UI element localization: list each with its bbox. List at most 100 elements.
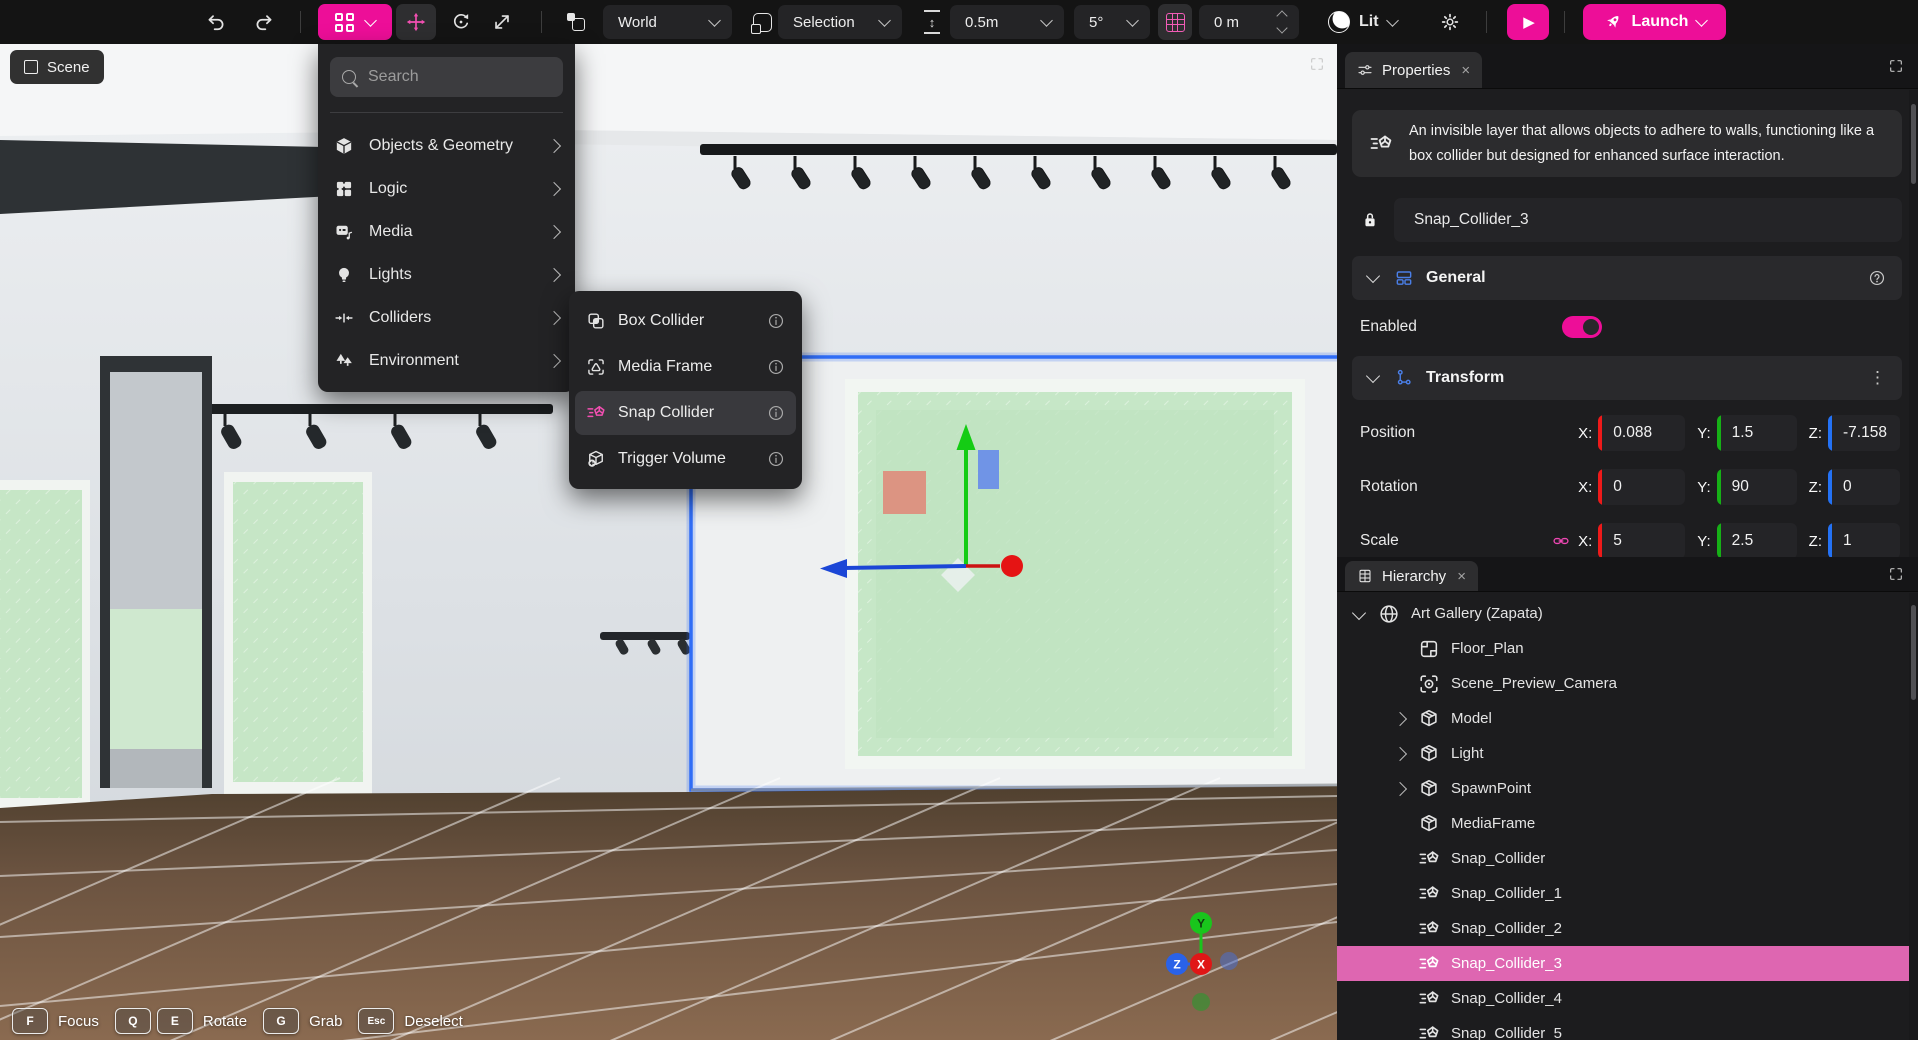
rotation-z-field[interactable]: 0 (1828, 469, 1900, 505)
tree-row[interactable]: Floor_Plan (1337, 631, 1918, 666)
close-icon[interactable]: × (1461, 62, 1470, 79)
object-name-field[interactable] (1394, 198, 1902, 242)
link-scale-icon[interactable] (1552, 532, 1570, 550)
render-mode-dropdown[interactable]: Lit (1328, 5, 1397, 39)
transform-section-header[interactable]: Transform ⋮ (1352, 356, 1902, 400)
box-collider-icon (586, 311, 606, 331)
expand-icon[interactable] (1888, 58, 1904, 74)
tab-hierarchy[interactable]: Hierarchy × (1345, 561, 1478, 591)
menu-item-objects-geometry[interactable]: Objects & Geometry (318, 124, 575, 167)
position-y-field[interactable]: 1.5 (1717, 415, 1797, 451)
submenu-item-box-collider[interactable]: Box Collider (575, 299, 796, 343)
height-stepper[interactable]: 0 m (1199, 5, 1299, 39)
scale-row: Scale X: 5 Y: 2.5 Z: 1 (1352, 522, 1902, 557)
submenu-item-snap-collider[interactable]: Snap Collider (575, 391, 796, 435)
chevron-right-icon[interactable] (1393, 782, 1407, 796)
puzzle-icon (334, 179, 354, 199)
tree-row-selected[interactable]: Snap_Collider_3 (1337, 946, 1918, 981)
general-section-header[interactable]: General (1352, 256, 1902, 300)
scale-tool-button[interactable] (484, 4, 520, 40)
search-field[interactable] (330, 57, 563, 97)
chevron-right-icon[interactable] (1393, 712, 1407, 726)
play-button[interactable]: ▶ (1507, 4, 1549, 40)
tree-row-root[interactable]: Art Gallery (Zapata) (1337, 596, 1918, 631)
pivot-mode-dropdown[interactable]: Selection (778, 5, 902, 39)
menu-item-logic[interactable]: Logic (318, 167, 575, 210)
launch-button[interactable]: Launch (1583, 4, 1726, 40)
expand-icon[interactable] (1309, 56, 1325, 72)
tree-row[interactable]: Scene_Preview_Camera (1337, 666, 1918, 701)
scene-tab[interactable]: Scene (10, 50, 104, 84)
info-icon[interactable] (767, 358, 785, 376)
height-snap-button[interactable]: ↕ (914, 4, 950, 40)
scale-z-field[interactable]: 1 (1828, 523, 1900, 557)
tree-row[interactable]: Snap_Collider_4 (1337, 981, 1918, 1016)
floorplan-icon (1418, 638, 1440, 660)
position-x-field[interactable]: 0.088 (1598, 415, 1685, 451)
chevron-down-icon[interactable] (1366, 269, 1380, 283)
package-icon (1418, 743, 1440, 765)
close-icon[interactable]: × (1457, 568, 1466, 585)
axis-x-label[interactable]: X (1197, 958, 1205, 972)
rotate-snap-label: 5° (1089, 14, 1103, 31)
rotation-x-field[interactable]: 0 (1598, 469, 1685, 505)
tree-row[interactable]: Model (1337, 701, 1918, 736)
position-z-field[interactable]: -7.158 (1828, 415, 1900, 451)
move-tool-button[interactable] (396, 4, 436, 40)
tree-row[interactable]: MediaFrame (1337, 806, 1918, 841)
rotation-y-field[interactable]: 90 (1717, 469, 1797, 505)
tree-row[interactable]: Snap_Collider_1 (1337, 876, 1918, 911)
trigger-volume-icon (586, 449, 606, 469)
info-icon[interactable] (767, 312, 785, 330)
chevron-down-icon[interactable] (1352, 606, 1366, 620)
lock-icon[interactable] (1360, 210, 1380, 230)
tree-row[interactable]: Snap_Collider (1337, 841, 1918, 876)
snap-collider-icon (1418, 848, 1440, 870)
chevron-right-icon (547, 310, 561, 324)
axis-z-label[interactable]: Z (1173, 958, 1180, 972)
search-input[interactable] (366, 67, 551, 87)
scrollbar[interactable] (1909, 90, 1918, 557)
menu-item-media[interactable]: Media (318, 210, 575, 253)
tab-properties[interactable]: Properties × (1345, 52, 1482, 88)
grid-toggle-button[interactable] (1158, 4, 1192, 40)
scale-y-field[interactable]: 2.5 (1717, 523, 1797, 557)
tree-row[interactable]: Snap_Collider_5 (1337, 1016, 1918, 1040)
scale-x-field[interactable]: 5 (1598, 523, 1685, 557)
redo-button[interactable] (248, 4, 280, 40)
rotate-snap-dropdown[interactable]: 5° (1074, 5, 1150, 39)
submenu-item-media-frame[interactable]: Media Frame (575, 345, 796, 389)
stepper-arrows[interactable] (1278, 12, 1286, 32)
pivot-mode-label: Selection (793, 14, 855, 31)
viewport-3d-scene[interactable]: Y Z X (0, 44, 1337, 1040)
info-icon[interactable] (767, 450, 785, 468)
add-object-button[interactable] (318, 4, 392, 40)
enabled-toggle[interactable] (1562, 316, 1602, 338)
menu-item-lights[interactable]: Lights (318, 253, 575, 296)
colliders-submenu: Box Collider Media Frame Snap Collider T… (569, 291, 802, 489)
kebab-menu-icon[interactable]: ⋮ (1869, 368, 1886, 388)
submenu-item-trigger-volume[interactable]: Trigger Volume (575, 437, 796, 481)
3d-viewport[interactable]: Y Z X Scene F Focus Q E Rotate G Grab Es… (0, 44, 1337, 1040)
chevron-down-icon[interactable] (1366, 369, 1380, 383)
axis-y-label[interactable]: Y (1197, 917, 1205, 931)
settings-button[interactable] (1432, 4, 1468, 40)
tree-row[interactable]: SpawnPoint (1337, 771, 1918, 806)
info-icon[interactable] (767, 404, 785, 422)
chevron-right-icon[interactable] (1393, 747, 1407, 761)
tree-row[interactable]: Light (1337, 736, 1918, 771)
key-esc: Esc (358, 1008, 394, 1034)
help-icon[interactable] (1868, 269, 1886, 287)
undo-button[interactable] (200, 4, 232, 40)
grid-snap-dropdown[interactable]: 0.5m (950, 5, 1064, 39)
rotate-tool-button[interactable] (443, 4, 479, 40)
world-space-dropdown[interactable]: World (603, 5, 732, 39)
orientation-toggle-button[interactable] (558, 4, 594, 40)
scrollbar[interactable] (1909, 593, 1918, 1040)
menu-item-colliders[interactable]: Colliders (318, 296, 575, 339)
expand-icon[interactable] (1888, 566, 1904, 582)
bulb-icon (334, 265, 354, 285)
tree-row[interactable]: Snap_Collider_2 (1337, 911, 1918, 946)
menu-item-environment[interactable]: Environment (318, 339, 575, 382)
pivot-toggle-button[interactable] (744, 4, 780, 40)
